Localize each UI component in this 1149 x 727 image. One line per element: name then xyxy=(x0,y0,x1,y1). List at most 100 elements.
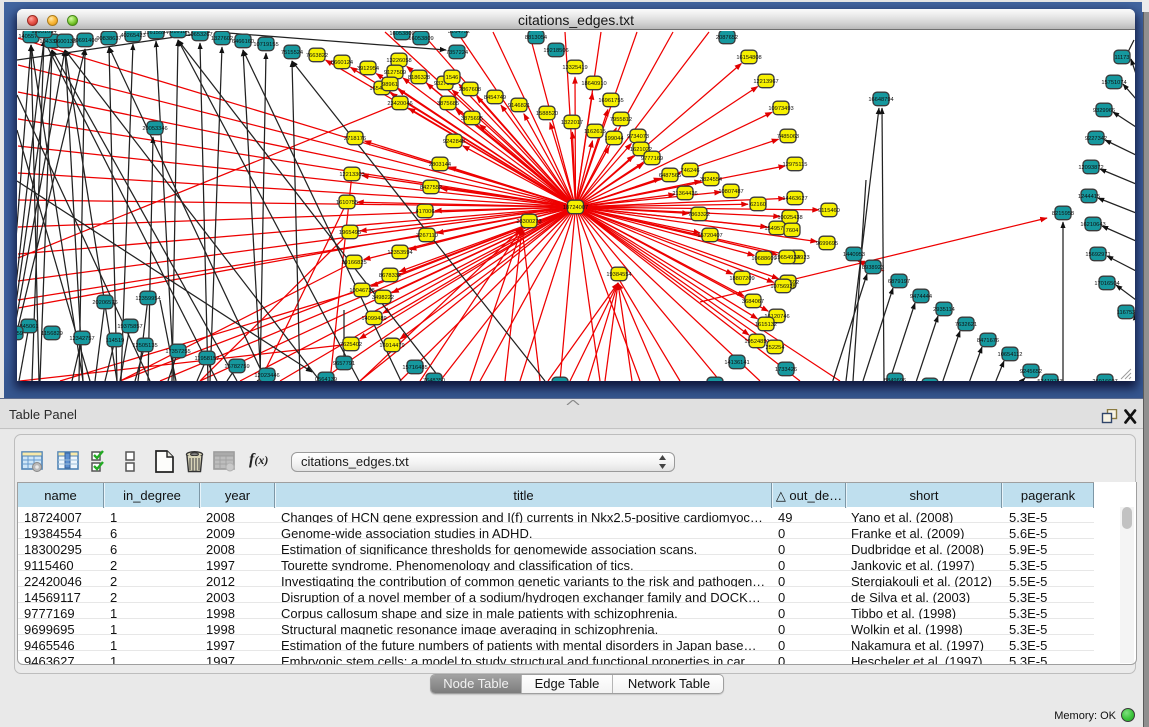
svg-text:7648350: 7648350 xyxy=(423,378,445,381)
svg-text:114519: 114519 xyxy=(106,338,125,344)
svg-text:6879197: 6879197 xyxy=(888,279,910,285)
svg-text:10973493: 10973493 xyxy=(768,106,793,112)
svg-text:3267110: 3267110 xyxy=(416,233,438,239)
svg-text:3684067: 3684067 xyxy=(742,299,764,305)
svg-text:7625402: 7625402 xyxy=(340,342,362,348)
svg-text:18640910: 18640910 xyxy=(581,81,606,87)
svg-text:2718176: 2718176 xyxy=(344,136,366,142)
svg-text:10807487: 10807487 xyxy=(718,189,743,195)
svg-text:8678332: 8678332 xyxy=(379,273,401,279)
svg-text:417006: 417006 xyxy=(416,209,435,215)
svg-text:16961755: 16961755 xyxy=(598,98,623,104)
svg-text:12359954: 12359954 xyxy=(135,296,160,302)
svg-text:10653267: 10653267 xyxy=(187,32,212,38)
svg-text:2803144: 2803144 xyxy=(429,162,451,168)
svg-text:16053809: 16053809 xyxy=(408,36,433,42)
svg-text:16914479: 16914479 xyxy=(379,343,404,349)
svg-text:2867608: 2867608 xyxy=(459,87,481,93)
svg-text:8849696: 8849696 xyxy=(884,378,906,381)
svg-text:19375857: 19375857 xyxy=(117,324,142,330)
svg-text:11958157: 11958157 xyxy=(195,356,220,362)
svg-text:14136141: 14136141 xyxy=(724,360,749,366)
svg-text:95931034: 95931034 xyxy=(31,31,56,35)
svg-text:7515524: 7515524 xyxy=(281,50,303,56)
svg-text:2087652: 2087652 xyxy=(716,35,738,41)
svg-text:1615132: 1615132 xyxy=(755,322,777,328)
svg-text:12093872: 12093872 xyxy=(1078,165,1103,171)
svg-text:10719155: 10719155 xyxy=(253,42,278,48)
svg-text:1440953: 1440953 xyxy=(843,252,865,258)
svg-text:9777169: 9777169 xyxy=(641,156,663,162)
svg-text:90838637: 90838637 xyxy=(96,36,121,42)
svg-text:98961: 98961 xyxy=(382,82,398,88)
svg-text:16648794: 16648794 xyxy=(868,97,893,103)
svg-text:10756928: 10756928 xyxy=(770,284,795,290)
svg-text:10025438: 10025438 xyxy=(777,215,802,221)
svg-text:20691406: 20691406 xyxy=(72,38,97,44)
svg-text:9245652: 9245652 xyxy=(1020,369,1042,375)
svg-text:8186328: 8186328 xyxy=(408,75,430,81)
svg-text:1733426: 1733426 xyxy=(775,367,797,373)
svg-text:7955812: 7955812 xyxy=(610,117,632,123)
svg-text:1162615: 1162615 xyxy=(584,129,606,135)
svg-text:9657791: 9657791 xyxy=(333,361,355,367)
svg-text:2935114: 2935114 xyxy=(933,307,955,313)
svg-text:9699695: 9699695 xyxy=(816,241,838,247)
svg-text:9146821: 9146821 xyxy=(508,103,530,109)
svg-text:7863322: 7863322 xyxy=(688,212,710,218)
svg-text:23300273: 23300273 xyxy=(516,219,541,225)
svg-text:8427552: 8427552 xyxy=(420,185,442,191)
svg-text:9242848: 9242848 xyxy=(443,139,465,145)
svg-text:1965495: 1965495 xyxy=(339,230,361,236)
svg-text:3498222: 3498222 xyxy=(372,295,394,301)
svg-text:12342757: 12342757 xyxy=(69,336,94,342)
svg-text:15716485: 15716485 xyxy=(402,365,427,371)
svg-text:15751074: 15751074 xyxy=(1101,80,1126,86)
svg-text:39159: 39159 xyxy=(17,331,23,337)
svg-text:40265423: 40265423 xyxy=(120,33,145,39)
svg-text:18724007: 18724007 xyxy=(563,205,588,211)
svg-text:9227342: 9227342 xyxy=(1085,136,1107,142)
svg-text:13325419: 13325419 xyxy=(562,65,587,71)
svg-text:116753: 116753 xyxy=(1117,310,1135,316)
svg-text:19218506: 19218506 xyxy=(543,48,568,54)
svg-text:17357255: 17357255 xyxy=(165,349,190,355)
svg-text:1610755: 1610755 xyxy=(336,200,358,206)
svg-text:9329966: 9329966 xyxy=(1093,108,1115,114)
svg-text:1322017: 1322017 xyxy=(561,120,583,126)
svg-text:62160: 62160 xyxy=(750,202,766,208)
svg-text:26916697: 26916697 xyxy=(1092,379,1117,381)
svg-text:16782759: 16782759 xyxy=(224,364,249,370)
svg-text:19654923: 19654923 xyxy=(774,255,799,261)
svg-text:7604: 7604 xyxy=(786,228,799,234)
svg-text:19384554: 19384554 xyxy=(606,272,631,278)
svg-text:11615594: 11615594 xyxy=(144,31,169,36)
svg-text:15692971: 15692971 xyxy=(1085,252,1110,258)
svg-text:3164752: 3164752 xyxy=(448,31,470,35)
svg-text:23420046: 23420046 xyxy=(387,101,412,107)
svg-text:9474444: 9474444 xyxy=(910,294,932,300)
svg-text:13226058: 13226058 xyxy=(386,58,411,64)
svg-text:12505135: 12505135 xyxy=(132,343,157,349)
svg-text:21364436: 21364436 xyxy=(672,191,697,197)
svg-text:12213967: 12213967 xyxy=(753,79,778,85)
svg-text:7357224: 7357224 xyxy=(446,50,468,56)
svg-text:8454749: 8454749 xyxy=(484,95,506,101)
svg-text:3912954: 3912954 xyxy=(357,66,379,72)
svg-text:7485063: 7485063 xyxy=(777,134,799,140)
svg-text:3875695: 3875695 xyxy=(461,116,483,122)
svg-text:199044: 199044 xyxy=(605,136,624,142)
svg-text:8471676: 8471676 xyxy=(977,338,999,344)
svg-text:7816184: 7816184 xyxy=(167,31,189,35)
svg-text:11173: 11173 xyxy=(1115,55,1130,61)
svg-text:16210643: 16210643 xyxy=(1080,222,1105,228)
svg-text:10654112: 10654112 xyxy=(998,352,1023,358)
svg-text:12975115: 12975115 xyxy=(783,162,808,168)
svg-text:1546: 1546 xyxy=(446,75,459,81)
svg-text:8660124: 8660124 xyxy=(331,60,353,66)
svg-text:15720407: 15720407 xyxy=(697,233,722,239)
svg-text:1156829: 1156829 xyxy=(41,331,63,337)
svg-text:53419283: 53419283 xyxy=(1037,379,1062,381)
svg-text:1244415: 1244415 xyxy=(1078,194,1100,200)
svg-text:8813054: 8813054 xyxy=(525,35,547,41)
